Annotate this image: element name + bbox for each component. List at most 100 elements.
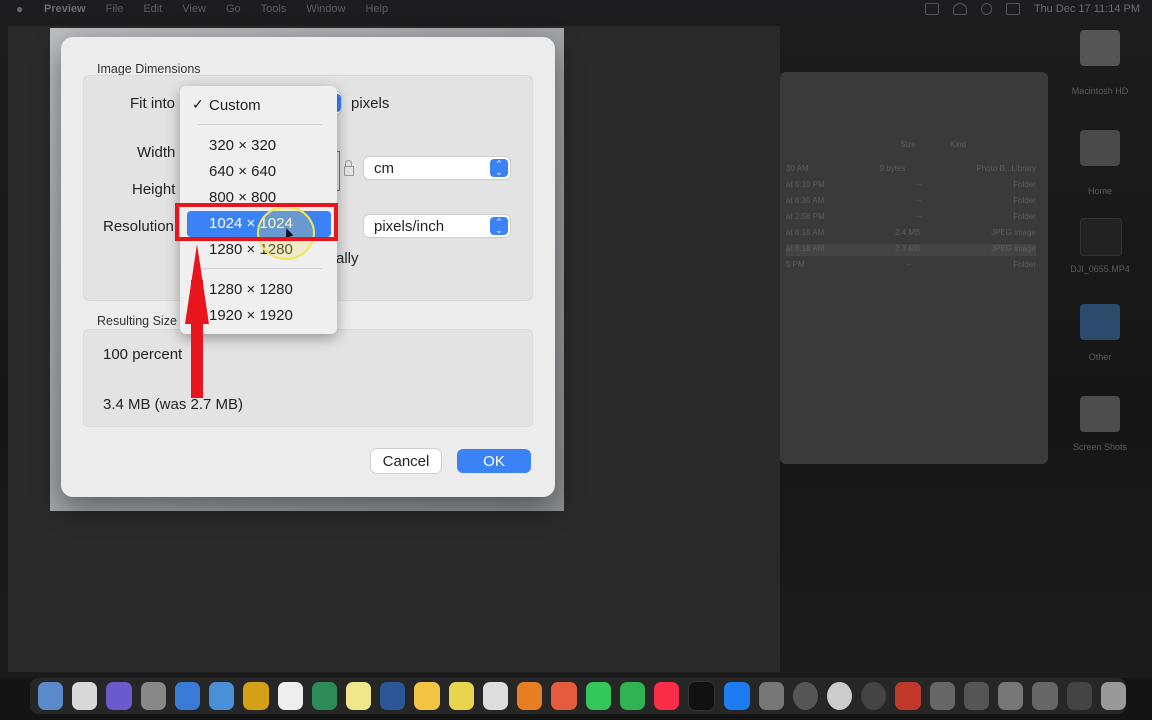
menu-go[interactable]: Go [226, 3, 241, 15]
preview-app-icon[interactable] [895, 682, 921, 710]
photo-booth-icon[interactable] [551, 682, 577, 710]
finder-row[interactable]: 5 PM -- Folder [786, 260, 1036, 272]
menu-app-name[interactable]: Preview [44, 3, 86, 15]
finder-header-kind: Kind [949, 140, 966, 149]
stickies-icon[interactable] [448, 682, 474, 710]
numbers-icon[interactable] [311, 682, 337, 710]
launchpad-icon[interactable] [140, 682, 166, 710]
menu-separator [198, 124, 322, 125]
app-icon[interactable] [929, 682, 955, 710]
folder-icon[interactable] [1080, 304, 1120, 340]
finder-row-date: at 8:18 AM [786, 244, 825, 253]
ok-button[interactable]: OK [457, 449, 531, 473]
menu-item-640[interactable]: 640 × 640 [209, 162, 276, 182]
app-icon[interactable] [861, 682, 887, 710]
finder-row[interactable]: at 2:58 PM -- Folder [786, 212, 1036, 224]
wifi-icon[interactable] [952, 3, 967, 15]
desktop-icon-label: Macintosh HD [1071, 86, 1129, 96]
dock [30, 678, 1126, 714]
resolution-units-popup[interactable]: pixels/inch ⌃ ⌄ [364, 215, 510, 237]
red-arrow-shaft [191, 280, 203, 398]
finder-row-size: -- [916, 180, 922, 189]
tv-icon[interactable] [688, 681, 716, 711]
resolution-label: Resolution [103, 218, 174, 235]
finder-row-date: at 8:18 AM [786, 228, 825, 237]
app-icon[interactable] [792, 682, 819, 710]
finder-row-date: 30 AM [786, 164, 809, 173]
trash-icon[interactable] [1100, 682, 1126, 710]
battery-icon[interactable] [924, 3, 939, 15]
app-icon[interactable] [827, 682, 853, 710]
finder-row-kind: Photo B...Library [976, 164, 1036, 173]
control-center-icon[interactable] [1005, 3, 1020, 15]
finder-header: Size Kind [786, 140, 1036, 152]
menu-clock[interactable]: Thu Dec 17 11:14 PM [1034, 3, 1140, 15]
mail-icon[interactable] [209, 682, 235, 710]
home-folder-icon[interactable] [1080, 130, 1120, 166]
finder-row[interactable]: at 8:18 AM 2.4 MB JPEG image [786, 228, 1036, 240]
search-icon[interactable] [980, 3, 992, 15]
menu-window[interactable]: Window [306, 3, 345, 15]
finder-row-date: at 2:58 PM [786, 212, 825, 221]
finder-row-size: 2.3 MB [895, 244, 921, 253]
finder-row-size: -- [916, 212, 922, 221]
finder-row[interactable]: 30 AM 9 bytes Photo B...Library [786, 164, 1036, 176]
notes-folder-icon[interactable] [243, 682, 269, 710]
resolution-units-value: pixels/inch [374, 217, 445, 235]
notes-icon[interactable] [345, 682, 372, 710]
messages-icon[interactable] [585, 682, 611, 710]
menu-item-1280-b[interactable]: 1280 × 1280 [209, 280, 293, 300]
checkmark-icon: ✓ [192, 96, 204, 112]
finder-row[interactable]: at 8:18 AM 2.3 MB JPEG image [786, 244, 1036, 256]
finder-row-date: 5 PM [786, 260, 805, 269]
music-icon[interactable] [653, 682, 680, 710]
calendar-icon[interactable] [277, 682, 303, 710]
menu-item-320[interactable]: 320 × 320 [209, 136, 276, 156]
menu-item-1920[interactable]: 1920 × 1920 [209, 306, 293, 326]
app-store-icon[interactable] [724, 682, 750, 710]
finder-row[interactable]: at 8:35 AM -- Folder [786, 196, 1036, 208]
facetime-icon[interactable] [619, 682, 645, 710]
fit-into-label: Fit into [130, 95, 176, 112]
reminders-icon[interactable] [482, 682, 509, 710]
downloads-icon[interactable] [1066, 682, 1092, 710]
chrome-icon[interactable] [72, 682, 98, 710]
finder-row-kind: JPEG image [991, 244, 1036, 253]
safari-icon[interactable] [174, 682, 201, 710]
app-icon[interactable] [963, 682, 990, 710]
finder-icon[interactable] [38, 682, 64, 710]
apple-menu-icon[interactable]: ● [16, 3, 26, 15]
menu-tools[interactable]: Tools [261, 3, 287, 15]
app-icon[interactable] [998, 682, 1024, 710]
finder-row-kind: Folder [1013, 196, 1036, 205]
menu-help[interactable]: Help [365, 3, 388, 15]
finder-row-size: 2.4 MB [895, 228, 921, 237]
folder-icon[interactable] [1080, 396, 1120, 432]
menu-file[interactable]: File [106, 3, 124, 15]
height-label: Height [132, 181, 176, 198]
finder-row[interactable]: at 5:10 PM -- Folder [786, 180, 1036, 192]
size-units-popup[interactable]: cm ⌃ ⌄ [364, 157, 510, 179]
help-icon[interactable] [1032, 682, 1058, 710]
scale-proportionally-label[interactable]: ally [336, 250, 359, 267]
desktop-icon-label: Screen Shots [1072, 442, 1128, 452]
system-preferences-icon[interactable] [758, 682, 784, 710]
desktop-icon-label: DJI_0655.MP4 [1070, 264, 1130, 274]
lock-icon[interactable] [344, 160, 354, 176]
menu-item-custom[interactable]: Custom [209, 96, 261, 116]
fit-units-label: pixels [351, 95, 390, 112]
size-units-value: cm [374, 159, 394, 177]
photos-icon[interactable] [517, 682, 543, 710]
finder-row-kind: Folder [1013, 180, 1036, 189]
finder-header-size: Size [900, 140, 916, 149]
finder-row-kind: JPEG image [991, 228, 1036, 237]
video-file-icon[interactable] [1080, 218, 1122, 256]
menu-edit[interactable]: Edit [143, 3, 162, 15]
cancel-button[interactable]: Cancel [371, 449, 441, 473]
pages-icon[interactable] [414, 682, 440, 710]
siri-icon[interactable] [106, 682, 132, 710]
hard-drive-icon[interactable] [1080, 30, 1120, 66]
menu-view[interactable]: View [182, 3, 206, 15]
word-icon[interactable] [380, 682, 406, 710]
resulting-percent: 100 percent [103, 346, 183, 363]
